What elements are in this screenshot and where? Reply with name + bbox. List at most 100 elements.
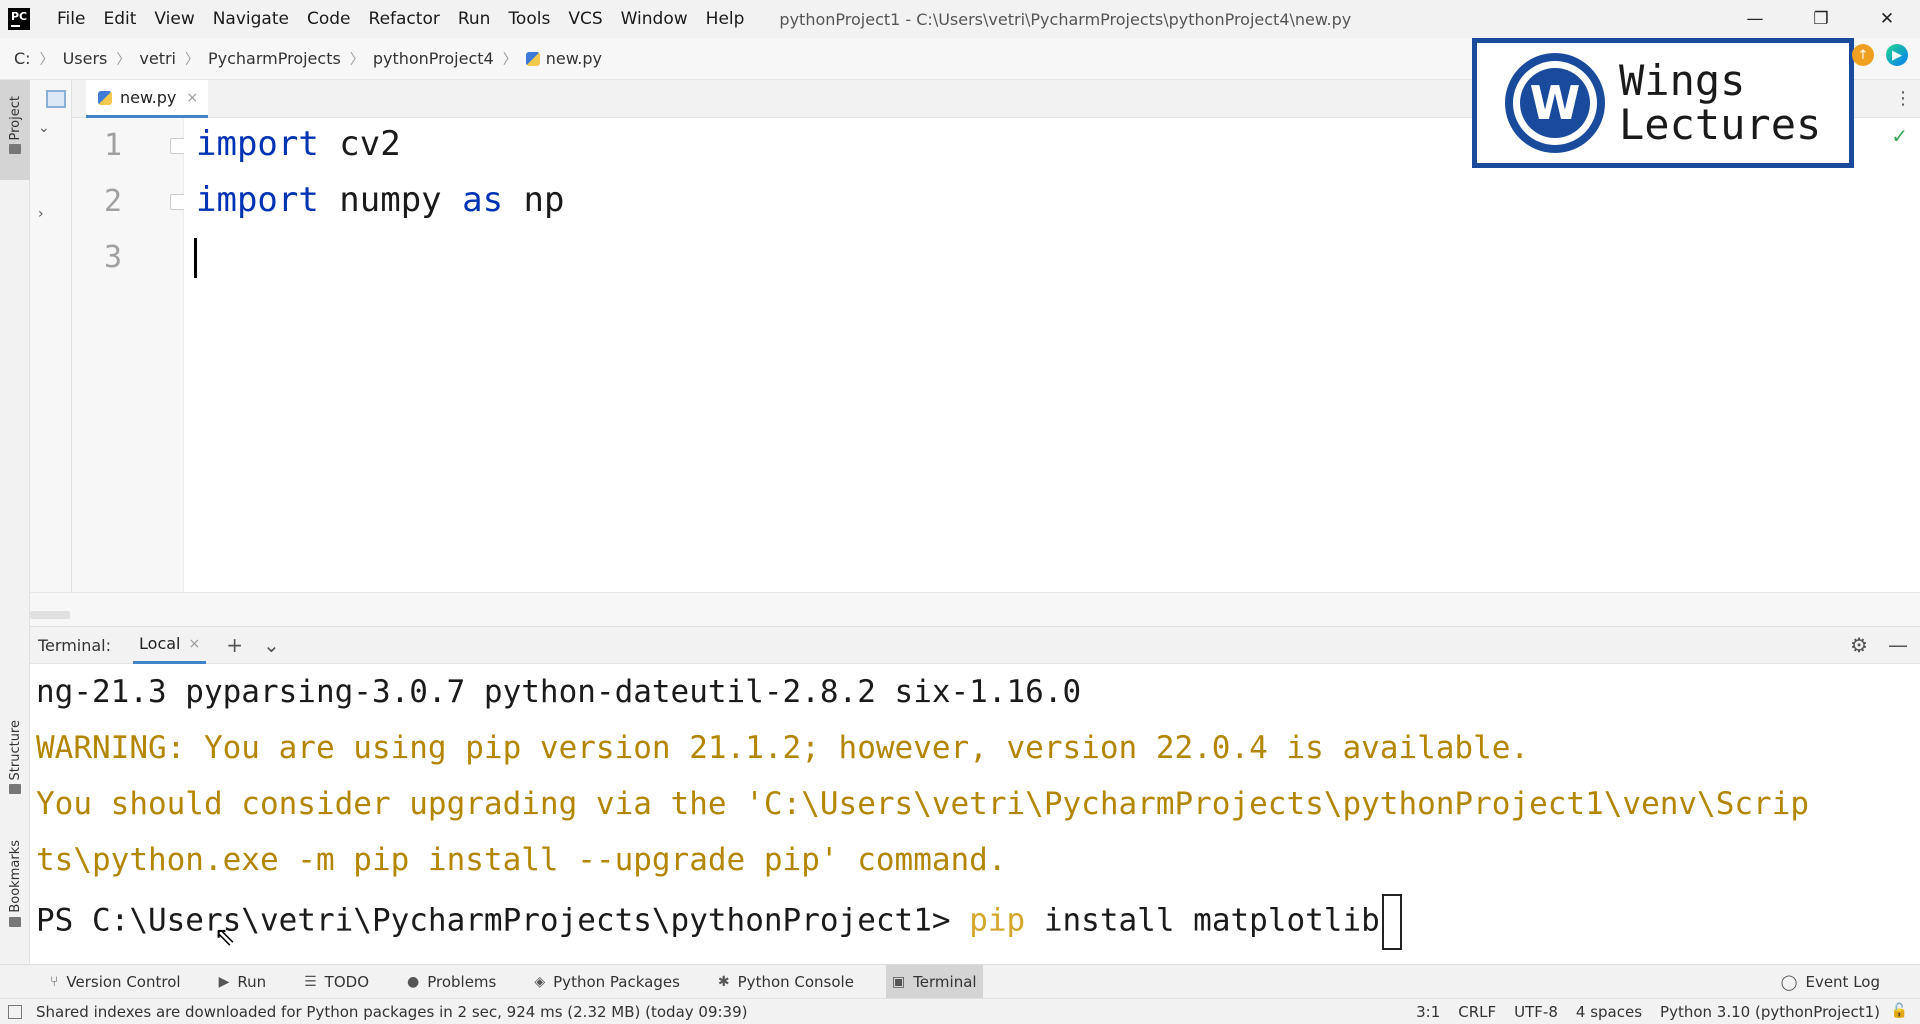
inspection-ok-icon[interactable]: ✓ [1891,124,1908,148]
terminal-title: Terminal: [38,635,112,655]
terminal-prompt: PS C:\Users\vetri\PycharmProjects\python… [36,902,970,939]
code-line-1: import cv2 [196,124,401,164]
keyword: as [462,180,504,220]
terminal-tab-local[interactable]: Local × [133,626,207,664]
minimize-button[interactable]: — [1722,0,1788,38]
breadcrumb-separator-icon: 〉 [39,51,54,68]
version-control-button[interactable]: ⑂ Version Control [44,965,187,999]
chevron-right-icon[interactable]: › [38,206,44,222]
terminal-warning-line: WARNING: You are using pip version 21.1.… [36,730,1530,766]
menu-navigate[interactable]: Navigate [204,9,298,29]
close-window-button[interactable]: ✕ [1854,0,1920,38]
breadcrumb-separator-icon: 〉 [116,51,131,68]
tab-new-py[interactable]: new.py × [86,80,209,118]
close-tab-icon[interactable]: × [188,636,200,652]
gear-icon[interactable]: ⚙ [1850,633,1868,657]
line-number: 3 [103,240,122,275]
event-log-button[interactable]: ◯ Event Log [1781,965,1880,999]
line-separator[interactable]: CRLF [1458,1003,1496,1021]
breadcrumb-separator-icon: 〉 [184,51,199,68]
tool-label: Terminal [913,972,977,991]
python-console-button[interactable]: ✱ Python Console [712,965,860,999]
close-tab-icon[interactable]: × [186,90,198,106]
run-button[interactable]: ▶ Run [213,965,273,999]
window-title: pythonProject1 - C:\Users\vetri\PycharmP… [779,9,1352,29]
watermark-logo-icon: W [1505,53,1605,153]
menu-tools[interactable]: Tools [499,9,559,29]
python-interpreter[interactable]: Python 3.10 (pythonProject1) [1660,1003,1880,1021]
jetbrains-toolbox-icon[interactable]: ▶ [1886,44,1908,66]
watermark-text: Wings Lectures [1619,59,1821,147]
editor-horizontal-scrollbar[interactable] [30,592,1920,626]
event-log-icon: ◯ [1780,973,1798,991]
scrollbar-thumb[interactable] [30,611,70,619]
project-tab-label: Project [7,96,23,141]
status-message[interactable]: Shared indexes are downloaded for Python… [36,1003,748,1021]
menu-bar: File Edit View Navigate Code Refactor Ru… [48,9,753,29]
more-vertical-icon[interactable]: ⋮ [1894,88,1912,109]
menu-vcs[interactable]: VCS [559,9,611,29]
chevron-down-icon[interactable]: ⌄ [38,120,50,136]
new-terminal-icon[interactable]: + [226,633,243,657]
tool-label: Python Packages [553,972,680,991]
terminal-output[interactable]: ng-21.3 pyparsing-3.0.7 python-dateutil-… [30,664,1920,964]
bookmarks-tab-label: Bookmarks [7,840,23,913]
keyword: import [196,124,319,164]
wings-lectures-watermark: W Wings Lectures [1472,38,1854,168]
menu-code[interactable]: Code [298,9,360,29]
code-text: np [503,180,565,220]
code-editor[interactable]: import cv2 import numpy as np ✓ [184,118,1920,592]
menu-file[interactable]: File [48,9,94,29]
tool-label: Problems [427,972,497,991]
menu-help[interactable]: Help [697,9,754,29]
terminal-warning-line: ts\python.exe -m pip install --upgrade p… [36,842,1007,878]
tool-window-bar: ⑂ Version Control ▶ Run ☰ TODO ● Problems ◈ P… [0,964,1920,999]
terminal-icon: ▣ [891,973,906,990]
hide-icon[interactable]: — [1888,633,1908,657]
watermark-line1: Wings [1619,56,1746,105]
layers-icon: ◈ [534,973,546,990]
window-controls: — ❐ ✕ [1722,0,1920,38]
terminal-button[interactable]: ▣ Terminal [885,964,983,999]
caret-position[interactable]: 3:1 [1416,1003,1440,1021]
tool-label: Python Console [737,972,854,991]
todo-button[interactable]: ☰ TODO [298,965,375,999]
line-number: 2 [103,184,122,219]
file-encoding[interactable]: UTF-8 [1514,1003,1558,1021]
project-tool-tab[interactable]: Project [0,80,30,180]
breadcrumb-file[interactable]: new.py [525,49,602,68]
breadcrumb-pycharmprojects[interactable]: PycharmProjects [208,49,341,68]
breadcrumb-separator-icon: 〉 [349,51,364,68]
list-icon: ☰ [304,973,317,990]
editor-layout-icon[interactable] [46,90,66,108]
python-packages-button[interactable]: ◈ Python Packages [528,965,686,999]
menu-run[interactable]: Run [449,9,500,29]
breadcrumb-pythonproject4[interactable]: pythonProject4 [373,49,494,68]
indent-setting[interactable]: 4 spaces [1576,1003,1642,1021]
watermark-line2: Lectures [1619,100,1822,149]
left-tool-strip: Project Structure Bookmarks [0,80,30,964]
structure-icon [9,784,21,795]
menu-view[interactable]: View [145,9,203,29]
menu-refactor[interactable]: Refactor [360,9,449,29]
restore-button[interactable]: ❐ [1788,0,1854,38]
bookmarks-tool-tab[interactable]: Bookmarks [0,840,30,950]
lock-icon[interactable]: 🔓 [1891,1003,1908,1019]
breadcrumb-users[interactable]: Users [63,49,108,68]
terminal-warning-line: You should consider upgrading via the 'C… [36,786,1810,822]
breadcrumb-vetri[interactable]: vetri [139,49,176,68]
menu-window[interactable]: Window [612,9,697,29]
structure-tool-tab[interactable]: Structure [0,720,30,830]
title-bar: PC File Edit View Navigate Code Refactor… [0,0,1920,38]
bookmark-icon [9,916,21,927]
python-icon: ✱ [717,973,730,990]
code-line-2: import numpy as np [196,180,565,220]
update-icon[interactable]: ↑ [1852,44,1874,66]
menu-edit[interactable]: Edit [94,9,145,29]
chevron-down-icon[interactable]: ⌄ [263,633,280,657]
toggle-tool-windows-icon[interactable] [8,1005,22,1019]
problems-button[interactable]: ● Problems [401,965,502,999]
terminal-command-rest: install matplotlib [1025,902,1380,939]
breadcrumb-drive[interactable]: C: [14,49,31,68]
pycharm-logo-icon: PC [8,8,30,30]
